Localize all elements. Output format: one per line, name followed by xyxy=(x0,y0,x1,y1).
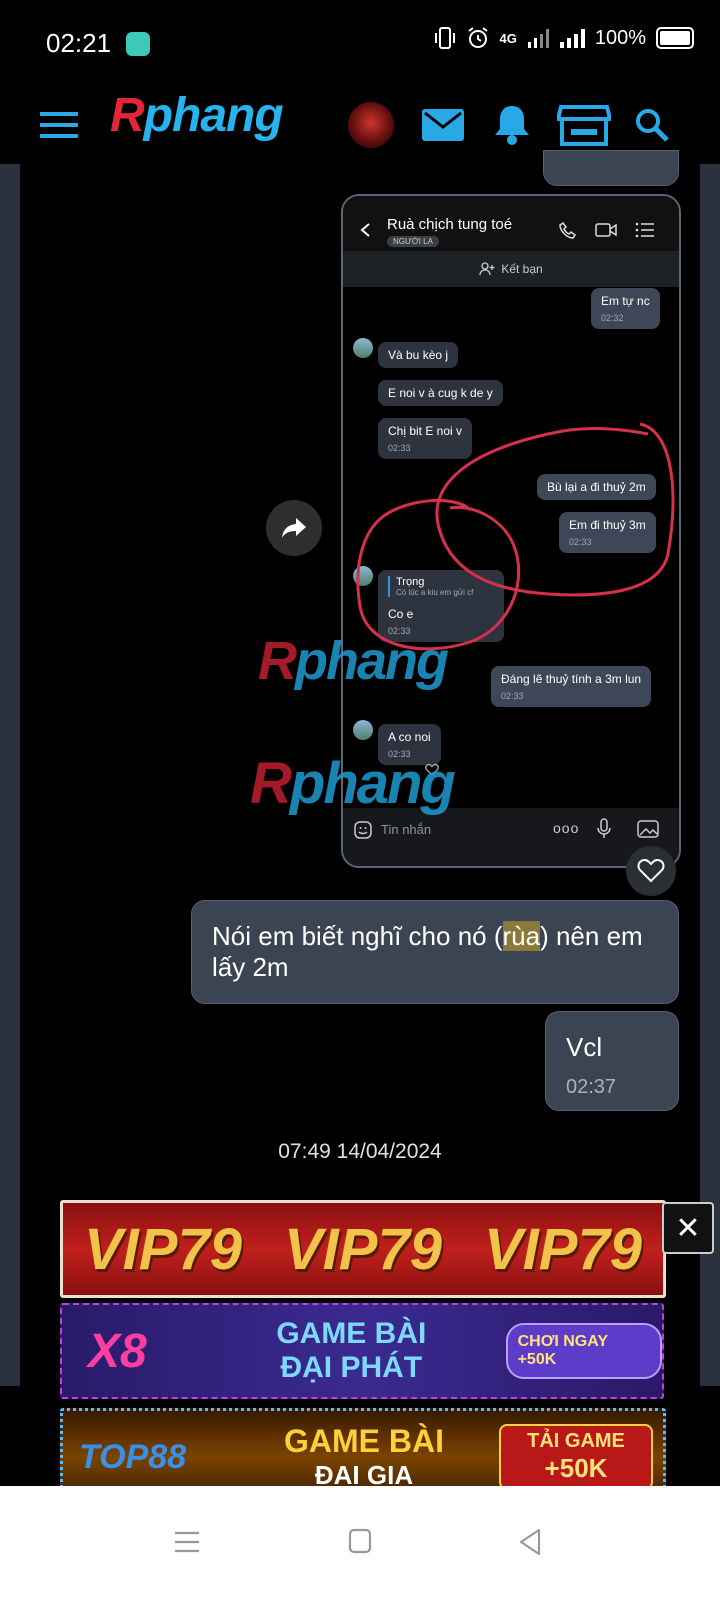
ad-banner-x8[interactable]: X8 GAME BÀI ĐẠI PHÁT CHƠI NGAY +50K xyxy=(60,1303,664,1399)
message-time: 02:37 xyxy=(566,1076,617,1098)
previous-bubble xyxy=(543,150,679,186)
inner-contact-name: Ruà chịch tung toé xyxy=(387,216,513,233)
like-button[interactable] xyxy=(626,846,676,896)
inner-avatar xyxy=(353,720,373,740)
highlighted-word: rùa xyxy=(502,921,541,951)
watermark-logo: Rphang xyxy=(250,751,456,816)
status-time: 02:21 xyxy=(46,28,112,58)
phone-icon xyxy=(559,221,577,239)
mic-icon xyxy=(597,818,611,838)
message-text: Nói em biết nghĩ cho nó (rùa) nên em lấy… xyxy=(212,921,643,982)
more-options-icon: ooo xyxy=(553,820,580,836)
status-icons: 4G 100% xyxy=(434,26,694,50)
system-navigation-bar xyxy=(0,1486,720,1600)
ad-x8-line1: GAME BÀI xyxy=(276,1317,427,1350)
ad-vip-text: VIP79 xyxy=(84,1216,242,1282)
vibrate-icon xyxy=(434,27,455,49)
message-bubble[interactable]: Nói em biết nghĩ cho nó (rùa) nên em lấy… xyxy=(191,900,679,1004)
signal-icon-1 xyxy=(527,29,549,48)
date-separator: 07:49 14/04/2024 xyxy=(278,1140,442,1163)
signal-icon-2 xyxy=(559,29,585,48)
battery-icon xyxy=(656,27,694,49)
heart-icon xyxy=(637,859,665,883)
back-icon xyxy=(360,223,370,237)
ad-banner-vip79[interactable]: VIP79 VIP79 VIP79 xyxy=(60,1200,666,1298)
inner-header: Ruà chịch tung toé NGƯỜI LẠ xyxy=(343,196,679,256)
sticker-icon xyxy=(354,821,372,839)
home-icon[interactable] xyxy=(348,1528,372,1554)
back-icon[interactable] xyxy=(518,1528,542,1556)
ad-x8-cta[interactable]: CHƠI NGAY +50K xyxy=(505,1323,662,1379)
ad-vip-text: VIP79 xyxy=(284,1216,442,1282)
inner-msg-1: Em tự nc 02:32 xyxy=(591,288,660,329)
add-friend-label: Kết bạn xyxy=(501,262,543,276)
close-ad-button[interactable]: ✕ xyxy=(662,1202,714,1254)
ad-vip-text: VIP79 xyxy=(484,1216,642,1282)
battery-percent: 100% xyxy=(594,26,646,49)
inner-message-placeholder: Tin nhắn xyxy=(381,822,432,837)
inner-avatar xyxy=(353,338,373,358)
site-logo[interactable]: Rphang xyxy=(110,88,284,143)
ad-top88-brand: TOP88 xyxy=(79,1437,187,1476)
ad-x8-line2: ĐẠI PHÁT xyxy=(280,1351,423,1384)
inner-contact-badge: NGƯỜI LẠ xyxy=(387,236,439,247)
message-bubble[interactable]: Vcl 02:37 xyxy=(545,1011,679,1111)
share-button[interactable] xyxy=(266,500,322,556)
inner-msg-3: E noi v à cug k de y xyxy=(378,380,503,406)
add-friend-icon xyxy=(479,262,495,276)
ad-top88-cta[interactable]: TẢI GAME +50K xyxy=(499,1424,653,1490)
menu-icon[interactable] xyxy=(36,86,82,164)
recent-apps-icon[interactable] xyxy=(174,1530,200,1554)
mail-icon[interactable] xyxy=(420,86,466,164)
ad-x8-brand: X8 xyxy=(88,1324,147,1378)
message-text: Vcl xyxy=(566,1032,603,1062)
inner-msg-2: Và bu kèo j xyxy=(378,342,459,368)
share-icon xyxy=(282,518,306,538)
ad-top88-line1: GAME BÀI xyxy=(284,1423,444,1459)
inner-add-friend-bar: Kết bạn xyxy=(343,251,679,287)
watermark-logo: Rphang xyxy=(258,631,449,691)
left-gutter xyxy=(0,164,20,1386)
bell-icon[interactable] xyxy=(490,86,534,164)
network-type: 4G xyxy=(499,30,517,46)
image-icon xyxy=(637,820,659,838)
avatar[interactable] xyxy=(344,86,398,164)
status-bar: 02:21 4G 100% xyxy=(0,0,720,86)
alarm-icon xyxy=(467,27,488,48)
list-icon xyxy=(635,222,654,238)
notification-app-icon xyxy=(126,32,150,56)
video-icon xyxy=(595,223,617,237)
